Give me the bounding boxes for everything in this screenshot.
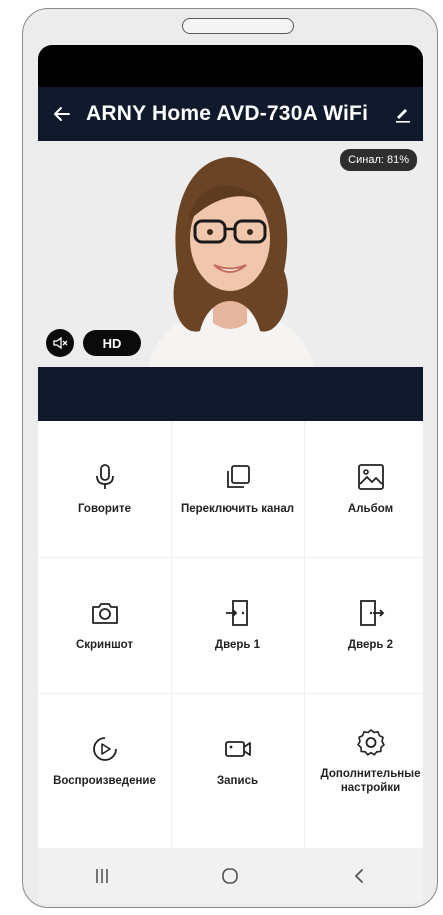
- edit-button[interactable]: [383, 87, 423, 141]
- status-bar: [38, 45, 423, 87]
- playback-button[interactable]: Воспроизведение: [38, 693, 171, 829]
- video-camera-icon: [224, 741, 251, 757]
- system-nav-bar: [38, 848, 423, 903]
- speaker-muted-icon: [53, 336, 68, 350]
- switch-channel-button[interactable]: Переключить канал: [171, 421, 304, 557]
- switch-channel-icon: [226, 465, 250, 488]
- action-label: Скриншот: [75, 639, 134, 651]
- mute-button[interactable]: [46, 329, 74, 357]
- chevron-left-icon: [354, 868, 363, 883]
- arrow-left-icon: [54, 107, 70, 121]
- record-button[interactable]: Запись: [171, 693, 304, 829]
- door-icon: [225, 600, 248, 626]
- app-bar: ARNY Home AVD-730A WiFi: [38, 87, 423, 141]
- talk-button[interactable]: Говорите: [38, 421, 171, 557]
- album-image-icon: [357, 464, 384, 490]
- action-label: Переключить канал: [180, 503, 295, 515]
- album-button[interactable]: Альбом: [304, 421, 423, 557]
- more-settings-button[interactable]: Дополнительные настройки: [304, 693, 423, 829]
- actions-grid: Говорите Переключить канал Альбом Скринш…: [38, 421, 423, 848]
- phone-speaker: [182, 18, 294, 34]
- microphone-icon: [95, 464, 114, 489]
- camera-icon: [91, 603, 118, 624]
- action-label: Говорите: [77, 503, 132, 515]
- action-label: Воспроизведение: [53, 775, 156, 787]
- screenshot-button[interactable]: Скриншот: [38, 557, 171, 693]
- door-icon: [359, 600, 384, 626]
- action-label: Дверь 2: [347, 639, 394, 651]
- back-button[interactable]: [38, 87, 86, 141]
- page-title: ARNY Home AVD-730A WiFi: [86, 102, 369, 125]
- home-button[interactable]: [200, 856, 260, 896]
- door-1-button[interactable]: Дверь 1: [171, 557, 304, 693]
- action-label: Альбом: [347, 503, 394, 515]
- pencil-icon: [396, 109, 410, 123]
- video-control-band: [38, 367, 423, 421]
- app-screen: ARNY Home AVD-730A WiFi Синал: 81% HD Го…: [38, 45, 423, 903]
- action-label: Дополнительные настройки: [320, 768, 421, 794]
- phone-frame: ARNY Home AVD-730A WiFi Синал: 81% HD Го…: [22, 8, 438, 908]
- gear-icon: [356, 729, 385, 756]
- action-label: Запись: [216, 775, 259, 787]
- video-feed[interactable]: Синал: 81% HD: [38, 141, 423, 367]
- recent-apps-button[interactable]: [72, 856, 132, 896]
- back-nav-button[interactable]: [329, 856, 389, 896]
- quality-toggle-button[interactable]: HD: [83, 330, 141, 356]
- play-circle-icon: [92, 737, 117, 761]
- signal-strength-badge: Синал: 81%: [340, 149, 417, 171]
- action-label: Дверь 1: [214, 639, 261, 651]
- home-icon: [222, 867, 239, 884]
- door-2-button[interactable]: Дверь 2: [304, 557, 423, 693]
- recent-apps-icon: [96, 868, 108, 883]
